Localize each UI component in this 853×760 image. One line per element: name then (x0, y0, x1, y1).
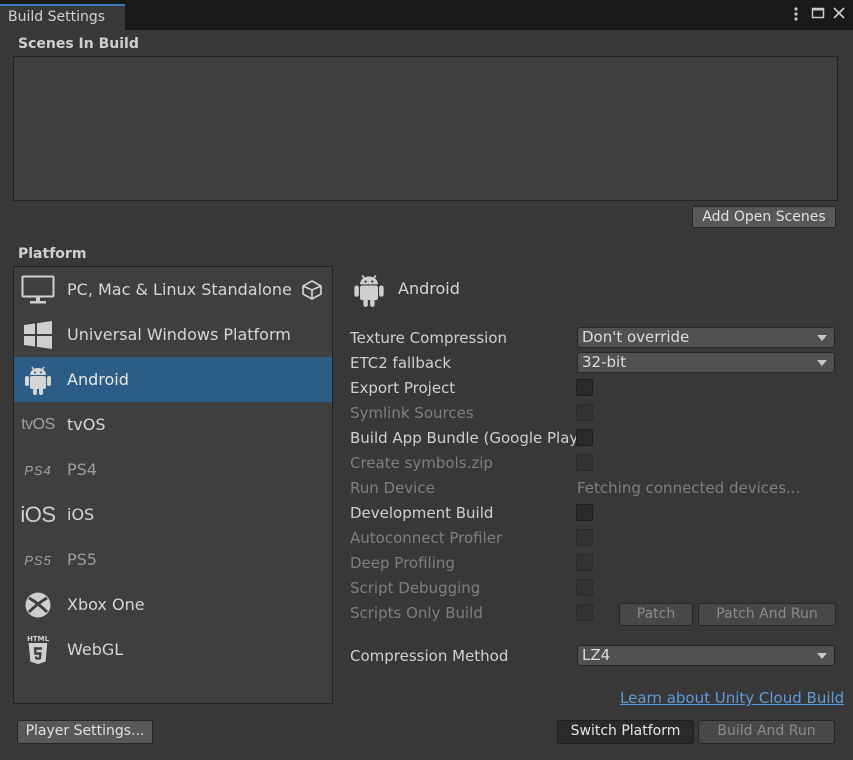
scenes-list[interactable] (13, 56, 838, 201)
dropdown-value: LZ4 (582, 646, 611, 664)
monitor-icon (20, 275, 56, 305)
unity-logo-icon (301, 280, 323, 304)
ps5-logo-icon: PS5 (24, 552, 52, 568)
switch-platform-button[interactable]: Switch Platform (557, 720, 694, 744)
close-icon[interactable] (832, 6, 846, 23)
html5-logo-icon: HTML (20, 635, 56, 665)
deep-profiling-label: Deep Profiling (350, 554, 455, 572)
platform-settings-title: Android (398, 279, 460, 298)
symlink-sources-label: Symlink Sources (350, 404, 474, 422)
create-symbols-checkbox[interactable] (576, 454, 593, 471)
create-symbols-label: Create symbols.zip (350, 454, 493, 472)
window-title: Build Settings (8, 9, 106, 25)
development-build-label: Development Build (350, 504, 494, 522)
chevron-down-icon (817, 653, 827, 659)
kebab-menu-icon[interactable] (792, 6, 800, 25)
maximize-icon[interactable] (811, 6, 825, 23)
etc2-fallback-label: ETC2 fallback (350, 354, 452, 372)
autoconnect-profiler-label: Autoconnect Profiler (350, 529, 503, 547)
texture-compression-label: Texture Compression (350, 329, 508, 347)
platform-item-label: PC, Mac & Linux Standalone (67, 280, 292, 299)
platform-item-label: tvOS (67, 415, 106, 434)
platform-item-standalone[interactable]: PC, Mac & Linux Standalone (14, 267, 332, 312)
android-icon (20, 365, 56, 395)
platform-item-label: Android (67, 370, 129, 389)
script-debugging-checkbox[interactable] (576, 579, 593, 596)
player-settings-button[interactable]: Player Settings... (17, 720, 153, 744)
chevron-down-icon (817, 360, 827, 366)
platform-item-label: WebGL (67, 640, 124, 659)
build-app-bundle-label: Build App Bundle (Google Play) (350, 429, 585, 447)
patch-button[interactable]: Patch (619, 603, 693, 626)
platform-item-android[interactable]: Android (14, 357, 332, 402)
learn-cloud-build-link[interactable]: Learn about Unity Cloud Build (620, 689, 844, 707)
ios-logo-icon: iOS (20, 502, 56, 527)
dropdown-value: 32-bit (582, 353, 627, 371)
platform-item-ios[interactable]: iOS iOS (14, 492, 332, 537)
autoconnect-profiler-checkbox[interactable] (576, 529, 593, 546)
xbox-logo-icon (20, 590, 56, 620)
scripts-only-build-label: Scripts Only Build (350, 604, 483, 622)
platform-item-label: Universal Windows Platform (67, 325, 291, 344)
platform-list: PC, Mac & Linux Standalone Universal Win… (13, 266, 333, 704)
platform-item-tvos[interactable]: tvOS tvOS (14, 402, 332, 447)
title-bar (0, 0, 853, 30)
platform-item-ps4[interactable]: PS4 PS4 (14, 447, 332, 492)
platform-item-label: PS5 (67, 550, 97, 569)
build-and-run-button[interactable]: Build And Run (698, 720, 835, 744)
build-app-bundle-checkbox[interactable] (576, 429, 593, 446)
platform-item-xbox-one[interactable]: Xbox One (14, 582, 332, 627)
compression-method-dropdown[interactable]: LZ4 (577, 645, 835, 666)
ps4-logo-icon: PS4 (24, 462, 52, 478)
tvos-logo-icon: tvOS (21, 416, 55, 433)
export-project-label: Export Project (350, 379, 456, 397)
platform-item-ps5[interactable]: PS5 PS5 (14, 537, 332, 582)
add-open-scenes-button[interactable]: Add Open Scenes (692, 206, 836, 228)
development-build-checkbox[interactable] (576, 504, 593, 521)
platform-item-webgl[interactable]: HTML WebGL (14, 627, 332, 672)
platform-label: Platform (18, 246, 87, 262)
android-icon (352, 272, 386, 312)
scripts-only-build-checkbox[interactable] (576, 604, 593, 621)
dropdown-value: Don't override (582, 328, 690, 346)
run-device-label: Run Device (350, 479, 435, 497)
script-debugging-label: Script Debugging (350, 579, 481, 597)
symlink-sources-checkbox[interactable] (576, 404, 593, 421)
scenes-in-build-label: Scenes In Build (18, 36, 139, 52)
platform-item-uwp[interactable]: Universal Windows Platform (14, 312, 332, 357)
export-project-checkbox[interactable] (576, 379, 593, 396)
windows-logo-icon (20, 320, 56, 350)
run-device-value: Fetching connected devices... (577, 479, 801, 497)
platform-item-label: iOS (67, 505, 95, 524)
platform-item-label: PS4 (67, 460, 97, 479)
chevron-down-icon (817, 335, 827, 341)
compression-method-label: Compression Method (350, 647, 509, 665)
patch-and-run-button[interactable]: Patch And Run (698, 603, 836, 626)
etc2-fallback-dropdown[interactable]: 32-bit (577, 352, 835, 373)
platform-item-label: Xbox One (67, 595, 145, 614)
texture-compression-dropdown[interactable]: Don't override (577, 327, 835, 348)
window-tab[interactable]: Build Settings (0, 4, 125, 30)
deep-profiling-checkbox[interactable] (576, 554, 593, 571)
